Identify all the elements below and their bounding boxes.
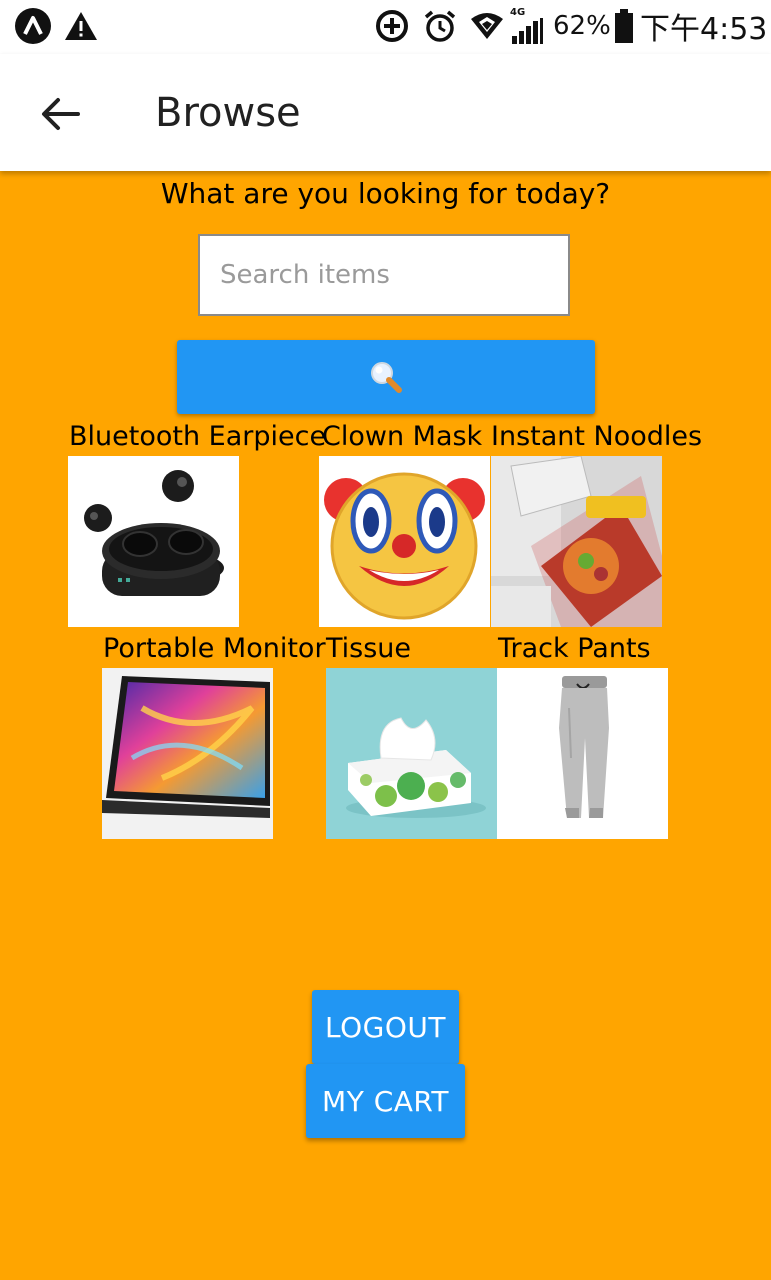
warning-icon: [64, 8, 98, 44]
cell-signal-icon: 4G: [510, 8, 544, 44]
alarm-icon: [422, 8, 458, 44]
item-label-clown-mask: Clown Mask: [322, 421, 483, 452]
prompt-text: What are you looking for today?: [160, 177, 611, 210]
tissue-box-image[interactable]: [326, 668, 497, 839]
clown-face-image[interactable]: [319, 456, 490, 627]
item-label-portable-monitor: Portable Monitor: [103, 633, 326, 664]
monitor-image[interactable]: [102, 668, 273, 839]
logout-button[interactable]: LOGOUT: [312, 990, 459, 1064]
search-input[interactable]: [200, 236, 568, 314]
earbuds-case-image[interactable]: [68, 456, 239, 627]
app-bar: Browse: [0, 54, 771, 171]
wifi-icon: [470, 8, 504, 44]
page-title: Browse: [155, 90, 301, 136]
item-label-bluetooth-earpiece: Bluetooth Earpiece: [69, 421, 327, 452]
arrow-left-icon[interactable]: [36, 90, 84, 138]
magnifier-icon: [371, 362, 402, 393]
clock: 下午4:53: [640, 12, 768, 47]
track-pants-image[interactable]: [497, 668, 668, 839]
search-field: [198, 234, 570, 316]
search-button[interactable]: [177, 340, 595, 414]
noodle-pack-image[interactable]: [491, 456, 662, 627]
app-notification-icon: [14, 8, 52, 44]
battery-icon: [614, 8, 634, 44]
battery-percent: 62%: [553, 11, 611, 41]
item-label-instant-noodles: Instant Noodles: [491, 421, 703, 452]
my-cart-button[interactable]: MY CART: [306, 1064, 465, 1138]
item-label-track-pants: Track Pants: [498, 633, 651, 664]
item-label-tissue: Tissue: [326, 633, 412, 664]
status-bar: 4G 62% 下午4:53: [0, 0, 771, 54]
network-type: 4G: [510, 7, 526, 18]
data-saver-icon: [374, 8, 410, 44]
